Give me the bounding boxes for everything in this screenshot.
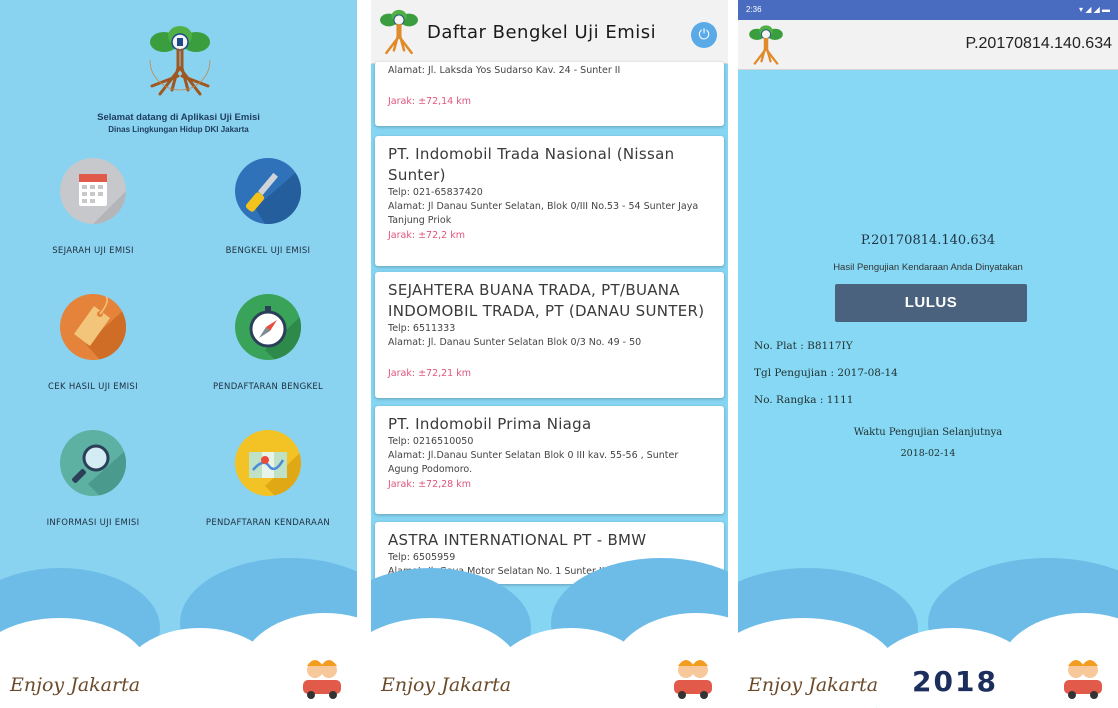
mascot-car-icon (674, 660, 712, 699)
card-jarak: Jarak: ±72,21 km (388, 368, 472, 379)
card-jarak: Jarak: ±72,14 km (388, 96, 472, 107)
asian-games-logo: 2018 (912, 665, 998, 698)
enjoy-jakarta-logo: Enjoy Jakarta (381, 674, 512, 696)
card-jarak: Jarak: ±72,2 km (388, 230, 465, 241)
power-icon: ⏻ (698, 27, 710, 43)
dlh-tree-logo (380, 9, 418, 55)
page-title: Daftar Bengkel Uji Emisi (427, 22, 657, 43)
menu-label: PENDAFTARAN KENDARAAN (205, 518, 331, 528)
tgl-pengujian: Tgl Pengujian : 2017-08-14 (754, 367, 898, 379)
menu-label: CEK HASIL UJI EMISI (48, 382, 138, 392)
card-name: SEJAHTERA BUANA TRADA, PT/BUANA INDOMOBI… (388, 281, 705, 320)
menu-cek-hasil-uji-emisi[interactable]: CEK HASIL UJI EMISI (8, 294, 178, 392)
card-alamat: Alamat: Jl Danau Sunter Selatan, Blok 0/… (388, 201, 699, 226)
menu-label: SEJARAH UJI EMISI (52, 246, 134, 256)
next-test-date: 2018-02-14 (900, 448, 956, 459)
menu-pendaftaran-kendaraan[interactable]: PENDAFTARAN KENDARAAN (183, 430, 353, 528)
home-screen: Selamat datang di Aplikasi Uji Emisi Din… (0, 0, 357, 708)
card-alamat: Alamat: Jl. Danau Sunter Selatan Blok 0/… (388, 337, 642, 348)
card-telp: Telp: 0216510050 (388, 436, 474, 447)
list-item[interactable]: SEJAHTERA BUANA TRADA, PT/BUANA INDOMOBI… (375, 272, 724, 398)
status-time: 2:36 (746, 5, 762, 14)
card-telp: Telp: 021-65837420 (388, 187, 483, 198)
calendar-icon (60, 158, 126, 224)
dlh-tree-logo (749, 25, 783, 65)
enjoy-jakarta-logo: Enjoy Jakarta (748, 674, 879, 696)
mascot-car-icon (303, 660, 341, 699)
compass-icon (235, 294, 301, 360)
menu-sejarah-uji-emisi[interactable]: SEJARAH UJI EMISI (8, 158, 178, 256)
welcome-text: Selamat datang di Aplikasi Uji Emisi Din… (0, 112, 357, 134)
signal-battery-icon: ▾ ◢ ◢ ▬ (1079, 5, 1110, 14)
menu-label: INFORMASI UJI EMISI (46, 518, 140, 528)
magnifier-icon (60, 430, 126, 496)
list-item[interactable]: Alamat: Jl. Laksda Yos Sudarso Kav. 24 -… (375, 62, 724, 126)
status-bar: 2:36 ▾ ◢ ◢ ▬ (738, 0, 1118, 20)
next-test-label: Waktu Pengujian Selanjutnya (853, 427, 1003, 438)
card-name: PT. Indomobil Prima Niaga (388, 415, 592, 433)
mascot-car-icon (1064, 660, 1102, 699)
result-screen: 2:36 ▾ ◢ ◢ ▬ P.20170814.140.634 P.201708… (738, 0, 1118, 708)
menu-informasi-uji-emisi[interactable]: INFORMASI UJI EMISI (8, 430, 178, 528)
card-telp: Telp: 6511333 (388, 323, 456, 334)
app-bar: P.20170814.140.634 (738, 20, 1118, 70)
dlh-tree-logo (149, 26, 211, 96)
menu-bengkel-uji-emisi[interactable]: BENGKEL UJI EMISI (183, 158, 353, 256)
no-rangka: No. Rangka : 1111 (754, 394, 854, 406)
enjoy-jakarta-logo: Enjoy Jakarta (10, 674, 141, 696)
card-name: ASTRA INTERNATIONAL PT - BMW (388, 531, 647, 549)
menu-label: BENGKEL UJI EMISI (225, 246, 311, 256)
card-jarak: Jarak: ±72,28 km (388, 479, 472, 490)
welcome-subtitle: Dinas Lingkungan Hidup DKI Jakarta (108, 125, 249, 134)
power-button[interactable]: ⏻ (691, 22, 717, 48)
page-title: P.20170814.140.634 (965, 35, 1112, 52)
app-bar: Daftar Bengkel Uji Emisi ⏻ (371, 0, 728, 64)
welcome-title: Selamat datang di Aplikasi Uji Emisi (97, 112, 260, 123)
result-status-badge: LULUS (835, 284, 1027, 322)
card-name: PT. Indomobil Trada Nasional (Nissan Sun… (388, 145, 675, 184)
result-caption: Hasil Pengujian Kendaraan Anda Dinyataka… (833, 262, 1023, 273)
bengkel-list-screen: Daftar Bengkel Uji Emisi ⏻ Alamat: Jl. L… (371, 0, 728, 708)
menu-label: PENDAFTARAN BENGKEL (212, 382, 324, 392)
list-item[interactable]: PT. Indomobil Prima Niaga Telp: 02165100… (375, 406, 724, 514)
test-code: P.20170814.140.634 (860, 233, 996, 248)
no-plat: No. Plat : B8117IY (754, 340, 853, 352)
screwdriver-icon (235, 158, 301, 224)
tag-icon (60, 294, 126, 360)
list-item[interactable]: PT. Indomobil Trada Nasional (Nissan Sun… (375, 136, 724, 266)
card-alamat: Alamat: Jl. Laksda Yos Sudarso Kav. 24 -… (388, 65, 621, 76)
card-alamat: Alamat: Jl.Danau Sunter Selatan Blok 0 I… (388, 450, 679, 475)
menu-pendaftaran-bengkel[interactable]: PENDAFTARAN BENGKEL (183, 294, 353, 392)
map-icon (235, 430, 301, 496)
